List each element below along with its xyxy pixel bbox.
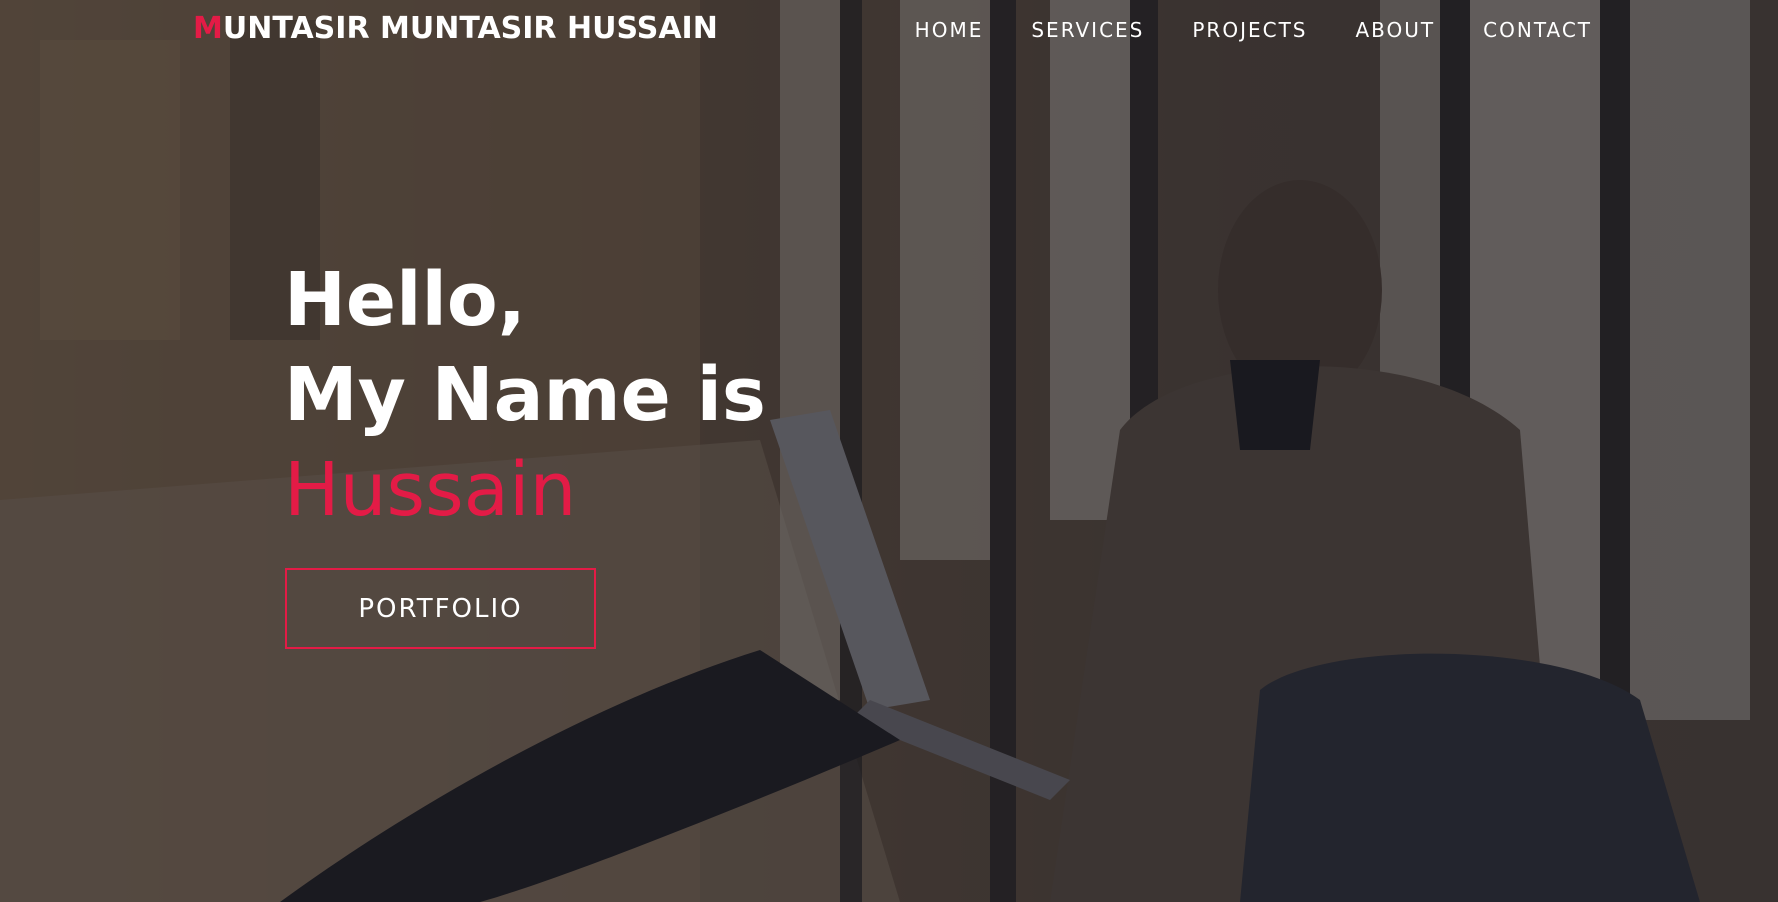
hero-headline: Hello, My Name is Hussain <box>284 253 766 538</box>
nav-projects[interactable]: PROJECTS <box>1192 18 1307 42</box>
nav-links: HOME SERVICES PROJECTS ABOUT CONTACT <box>915 18 1592 42</box>
hero-name: Hussain <box>284 447 577 533</box>
brand-name-rest: UNTASIR MUNTASIR HUSSAIN <box>222 11 718 46</box>
hero-greeting: Hello, <box>284 257 526 343</box>
nav-home[interactable]: HOME <box>915 18 984 42</box>
brand-logo[interactable]: MUNTASIR MUNTASIR HUSSAIN <box>193 11 718 46</box>
top-navbar: MUNTASIR MUNTASIR HUSSAIN HOME SERVICES … <box>0 0 1778 62</box>
nav-services[interactable]: SERVICES <box>1031 18 1144 42</box>
portfolio-button[interactable]: PORTFOLIO <box>285 568 596 649</box>
nav-contact[interactable]: CONTACT <box>1483 18 1592 42</box>
brand-first-letter: M <box>193 11 223 46</box>
hero-section: MUNTASIR MUNTASIR HUSSAIN HOME SERVICES … <box>0 0 1778 902</box>
nav-about[interactable]: ABOUT <box>1356 18 1436 42</box>
hero-dark-overlay <box>0 0 1778 902</box>
hero-intro: My Name is <box>284 352 766 438</box>
